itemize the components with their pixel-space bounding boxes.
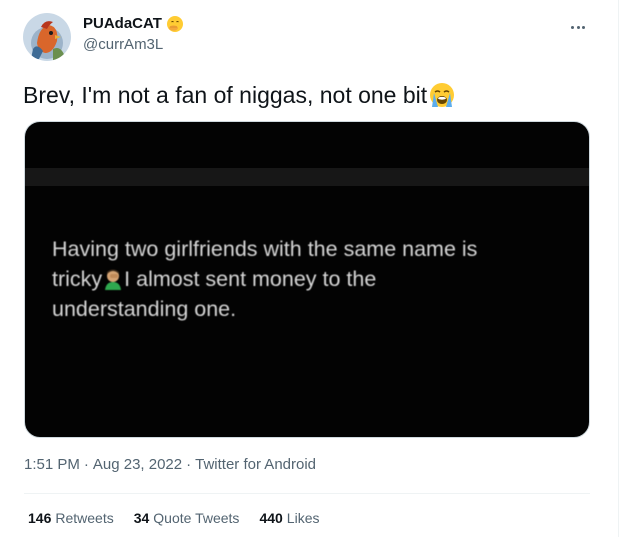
tweet-metadata: 1:51 PM · Aug 23, 2022 · Twitter for And… [24,456,316,474]
tweet-time[interactable]: 1:51 PM [24,456,80,474]
tweet-text-content: Brev, I'm not a fan of niggas, not one b… [23,82,428,108]
media-image[interactable]: Having two girlfriends with the same nam… [24,121,590,438]
avatar[interactable] [23,13,71,61]
quote-tweets-count: 34 [133,510,150,526]
retweets-label: Retweets [55,510,114,526]
media-line-2: tricky I almost sent money to the [52,264,572,294]
loudly-crying-face-emoji-icon [428,81,456,109]
media-caption: Having two girlfriends with the same nam… [52,234,572,324]
man-facepalming-emoji-icon [103,268,123,290]
face-with-hand-over-mouth-emoji-icon [166,15,184,33]
media-header-band [25,168,589,186]
name-row: PUAdaCAT [83,15,184,33]
tweet-text: Brev, I'm not a fan of niggas, not one b… [23,81,456,109]
likes-label: Likes [286,510,320,526]
quote-tweets-stat[interactable]: 34 Quote Tweets [134,510,240,527]
more-options-icon[interactable] [566,17,590,37]
likes-stat[interactable]: 440 Likes [259,510,319,527]
meta-separator: · [83,456,89,473]
quote-tweets-label: Quote Tweets [153,510,240,526]
media-line-1: Having two girlfriends with the same nam… [52,237,478,261]
display-name[interactable]: PUAdaCAT [83,15,162,33]
retweets-count: 146 [28,510,52,526]
tweet-stats: 146 Retweets 34 Quote Tweets 440 Likes [28,510,339,527]
user-handle[interactable]: @currAm3L [83,36,163,54]
tweet-source[interactable]: Twitter for Android [195,456,316,474]
meta-separator-2: · [186,456,192,473]
tweet-card: PUAdaCAT @currAm3L Brev, I'm not a fan o… [0,0,619,537]
media-line-2-start: tricky [52,267,103,291]
divider [24,493,590,494]
retweets-stat[interactable]: 146 Retweets [28,510,114,527]
media-line-2-end: I almost sent money to the [124,267,377,291]
media-line-3: understanding one. [52,297,237,321]
likes-count: 440 [259,510,283,526]
avatar-image [23,13,71,61]
tweet-date[interactable]: Aug 23, 2022 [93,456,182,474]
